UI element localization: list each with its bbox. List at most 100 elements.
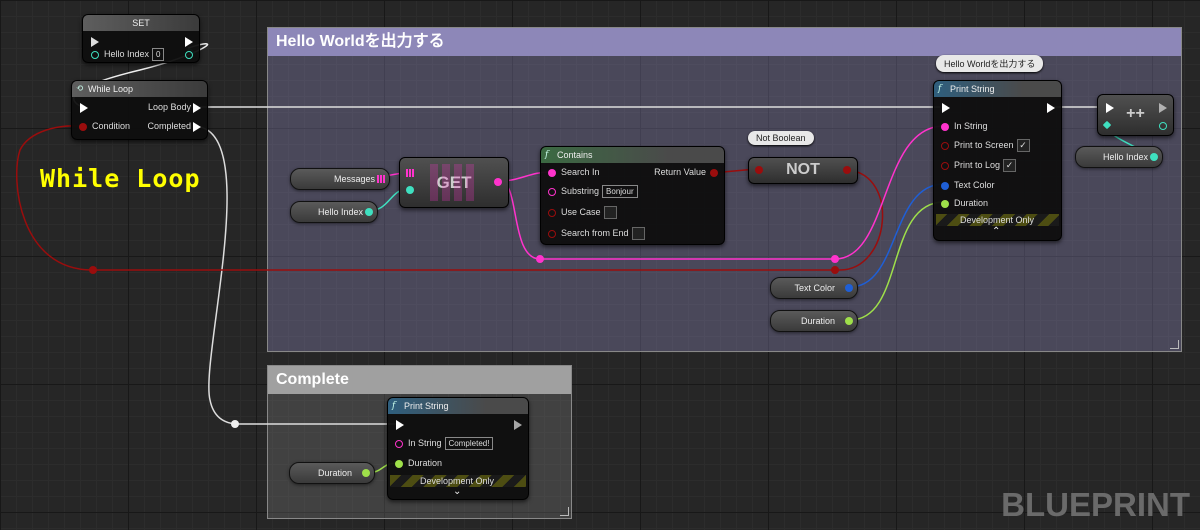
loop-icon: ⟲ (76, 84, 84, 94)
exec-out-pin[interactable] (514, 420, 522, 430)
hello-index-variable[interactable]: Hello Index (1075, 146, 1163, 168)
hello-index-variable[interactable]: Hello Index (290, 201, 378, 223)
not-node[interactable]: NOT (748, 157, 858, 184)
bool-pin[interactable] (548, 230, 556, 238)
reroute-dot (831, 266, 839, 274)
exec-in-pin[interactable] (396, 420, 404, 430)
bool-pin[interactable] (79, 123, 87, 131)
search-from-end-checkbox[interactable] (631, 227, 645, 240)
string-out-pin[interactable] (494, 178, 502, 186)
function-icon: f (392, 401, 396, 411)
node-header: f Contains (541, 147, 724, 163)
exec-in-pin[interactable] (942, 103, 950, 113)
string-pin[interactable] (941, 123, 949, 131)
exec-out-pin[interactable] (193, 122, 201, 132)
get-node[interactable]: GET (399, 157, 509, 208)
print-string-node[interactable]: f Print String In String Print to Screen… (933, 80, 1062, 241)
int-out-pin[interactable] (185, 51, 193, 59)
pin-label: Print to Screen ✓ (954, 139, 1030, 152)
string-pin[interactable] (548, 188, 556, 196)
float-pin[interactable] (362, 469, 370, 477)
var-label: Duration (317, 468, 352, 478)
bool-pin[interactable] (941, 162, 949, 170)
value-box[interactable]: 0 (152, 48, 165, 61)
node-header: f Print String (934, 81, 1061, 97)
contains-node[interactable]: f Contains Search In Return Value Substr… (540, 146, 725, 245)
duration-variable[interactable]: Duration (289, 462, 375, 484)
increment-node[interactable]: ++ (1097, 94, 1174, 136)
pattern-decor (430, 164, 475, 201)
messages-variable[interactable]: Messages (290, 168, 390, 190)
duration-variable[interactable]: Duration (770, 310, 858, 332)
in-string-label: In String (408, 438, 442, 448)
float-pin[interactable] (395, 460, 403, 468)
function-icon: f (938, 84, 942, 94)
pin-label: Condition (92, 121, 131, 131)
node-header: ⟲ While Loop (72, 81, 207, 97)
var-label: Duration (800, 316, 835, 326)
print-string-complete-node[interactable]: f Print String In String Completed! Durat… (387, 397, 529, 500)
int-out-pin[interactable] (1159, 122, 1167, 130)
var-label: Hello Index (317, 207, 363, 217)
array-pin[interactable] (406, 169, 414, 177)
string-pin[interactable] (395, 440, 403, 448)
dev-only-label: Development Only (420, 476, 495, 486)
use-case-checkbox[interactable] (603, 206, 617, 219)
substring-label: Substring (561, 186, 600, 196)
exec-in-pin[interactable] (91, 37, 99, 47)
reroute-dot (831, 255, 839, 263)
float-pin[interactable] (941, 200, 949, 208)
bool-pin[interactable] (941, 142, 949, 150)
exec-out-pin[interactable] (1047, 103, 1055, 113)
print-to-screen-checkbox[interactable]: ✓ (1016, 139, 1030, 152)
reroute-dot (231, 420, 239, 428)
float-pin[interactable] (845, 317, 853, 325)
int-pin[interactable] (1150, 153, 1158, 161)
node-comment-bubble[interactable]: Hello Worldを出力する (936, 55, 1044, 72)
var-label: Messages (333, 174, 375, 184)
int-pin[interactable] (406, 186, 414, 194)
node-title: ++ (1126, 105, 1145, 122)
pin-label: Text Color (954, 180, 995, 190)
substring-input[interactable]: Bonjour (602, 185, 638, 198)
chevron-down-icon[interactable]: ⌄ (453, 486, 461, 497)
struct-pin[interactable] (845, 284, 853, 292)
while-loop-node[interactable]: ⟲ While Loop Loop Body Condition Complet… (71, 80, 208, 140)
print-to-log-checkbox[interactable]: ✓ (1003, 159, 1017, 172)
bool-out-pin[interactable] (710, 169, 718, 177)
exec-out-pin[interactable] (185, 37, 193, 47)
set-node[interactable]: SET Hello Index 0 (82, 14, 200, 63)
in-string-input[interactable]: Completed! (444, 437, 494, 450)
var-label: Hello Index (104, 49, 150, 59)
node-comment-bubble[interactable]: Not Boolean (748, 131, 814, 145)
print-to-screen-label: Print to Screen (954, 139, 1014, 150)
int-pin[interactable] (91, 51, 99, 59)
struct-wire (849, 183, 945, 288)
bool-pin[interactable] (548, 209, 556, 217)
chevron-up-icon[interactable]: ⌃ (992, 226, 1000, 237)
string-pin[interactable] (548, 169, 556, 177)
bool-out-pin[interactable] (843, 166, 851, 174)
node-title: Print String (404, 401, 449, 411)
pin-label: In String Completed! (408, 437, 494, 450)
pin-label: Use Case (561, 206, 617, 219)
pin-label: Duration (954, 198, 989, 208)
print-to-log-label: Print to Log (954, 159, 1001, 170)
node-title: Print String (950, 84, 995, 94)
reroute-dot (89, 266, 97, 274)
pin-label: Substring Bonjour (561, 185, 638, 198)
reroute-dot (536, 255, 544, 263)
pin-label: Return Value (654, 167, 706, 177)
exec-in-pin[interactable] (80, 103, 88, 113)
var-label: Text Color (794, 283, 835, 293)
node-header: f Print String (388, 398, 528, 414)
pin-label: Duration (408, 458, 443, 468)
var-label: Hello Index (1102, 152, 1148, 162)
node-title: SET (132, 18, 150, 28)
struct-pin[interactable] (941, 182, 949, 190)
exec-out-pin[interactable] (193, 103, 201, 113)
text-color-variable[interactable]: Text Color (770, 277, 858, 299)
int-pin[interactable] (365, 208, 373, 216)
annotation-text: While Loop (40, 164, 201, 193)
pin-label: Loop Body (147, 102, 191, 112)
